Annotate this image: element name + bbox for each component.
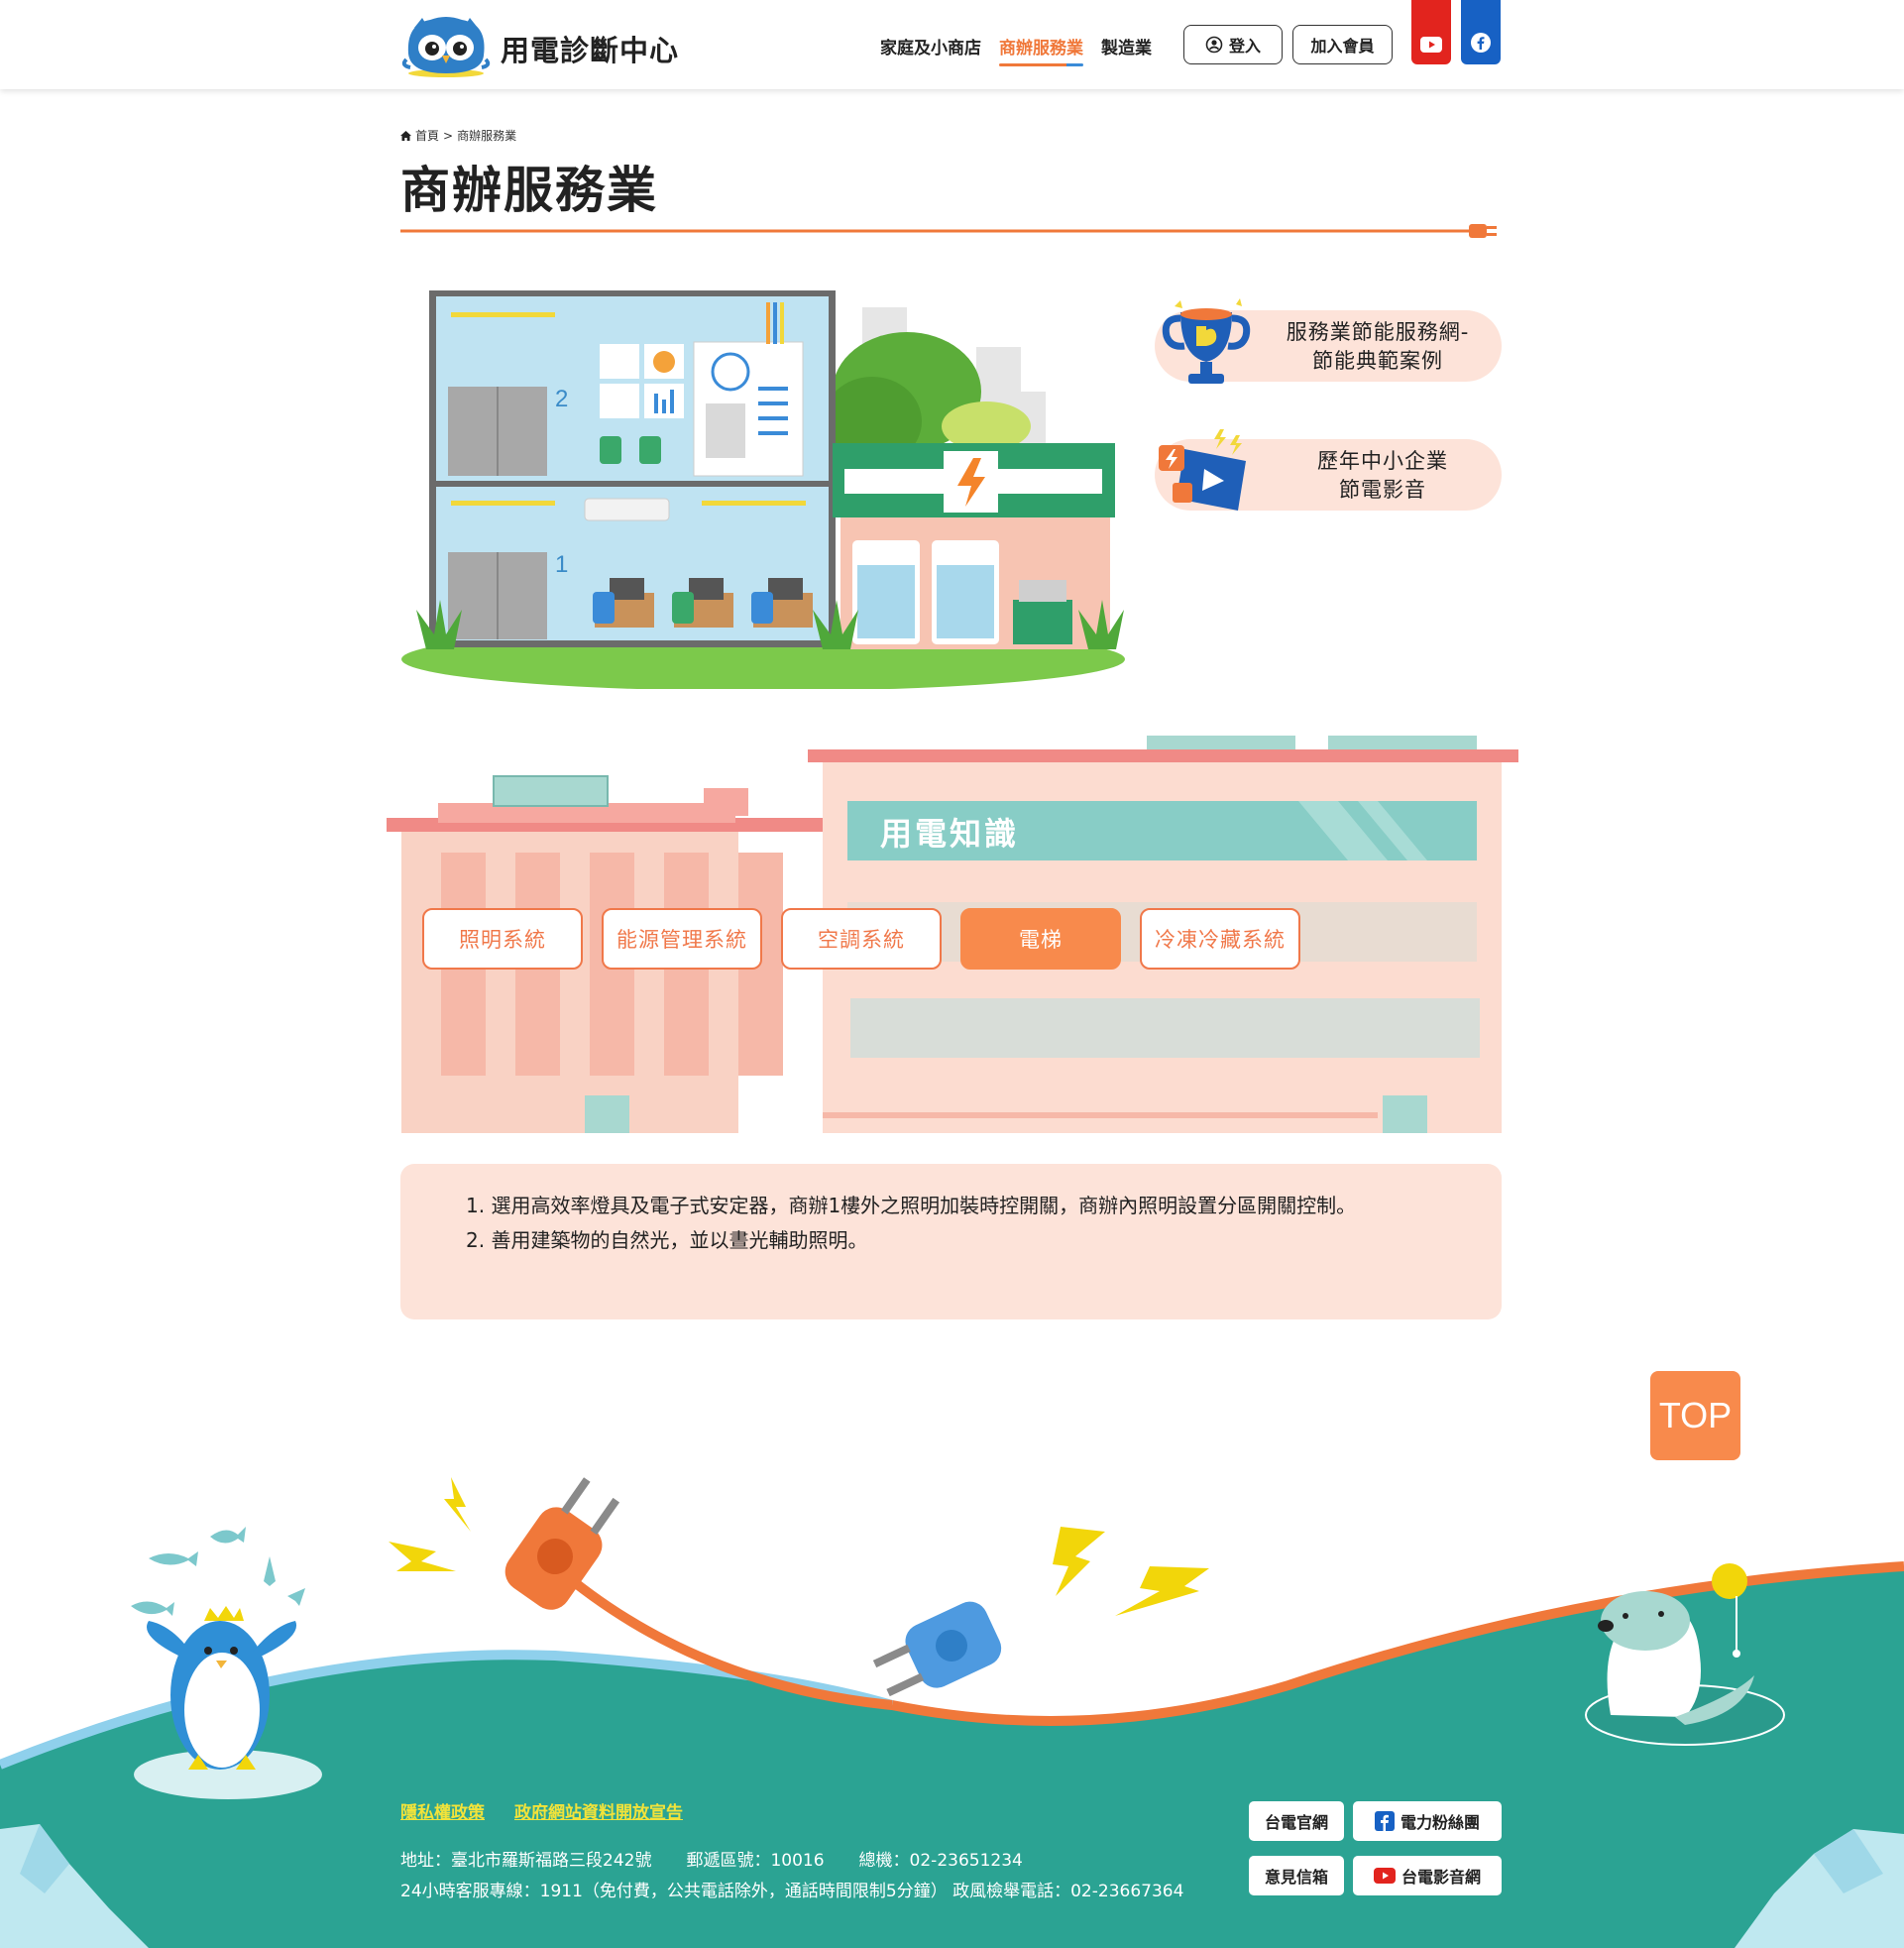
back-to-top-button[interactable]: TOP xyxy=(1650,1371,1740,1460)
tab-air-conditioning[interactable]: 空調系統 xyxy=(781,908,942,970)
breadcrumb: 首頁 > 商辦服務業 xyxy=(400,127,516,144)
main-nav: 家庭及小商店 商辦服務業 製造業 xyxy=(880,34,1152,66)
link-card-label: 服務業節能服務網- 節能典範案例 xyxy=(1264,318,1492,376)
trophy-icon xyxy=(1162,298,1251,384)
knowledge-item: 1. 選用高效率燈具及電子式安定器，商辦1樓外之照明加裝時控開關，商辦內照明設置… xyxy=(466,1194,1357,1217)
link-card-line2: 節能典範案例 xyxy=(1312,349,1443,373)
page-title: 商辦服務業 xyxy=(400,162,658,219)
tab-elevator[interactable]: 電梯 xyxy=(960,908,1121,970)
knowledge-title: 用電知識 xyxy=(880,815,1020,853)
link-card-label: 歷年中小企業 節電影音 xyxy=(1274,447,1492,505)
site-title[interactable]: 用電診斷中心 xyxy=(501,28,679,69)
facebook-icon xyxy=(1374,1811,1395,1831)
office-building-illustration: 2 1 xyxy=(401,290,1125,689)
youtube-icon xyxy=(1373,1868,1396,1884)
link-card-line2: 節電影音 xyxy=(1339,478,1426,502)
taipower-video-label: 台電影音網 xyxy=(1400,1868,1481,1887)
breadcrumb-home[interactable]: 首頁 xyxy=(415,127,439,144)
join-label: 加入會員 xyxy=(1310,37,1375,56)
nav-commercial[interactable]: 商辦服務業 xyxy=(999,34,1083,66)
youtube-icon xyxy=(1420,37,1442,53)
feedback-mailbox-button[interactable]: 意見信箱 xyxy=(1249,1856,1344,1895)
footer-address: 地址：臺北市羅斯福路三段242號 xyxy=(400,1851,652,1871)
home-icon xyxy=(400,130,411,141)
tab-energy-management[interactable]: 能源管理系統 xyxy=(602,908,762,970)
video-film-icon xyxy=(1159,429,1246,511)
feedback-mailbox-label: 意見信箱 xyxy=(1264,1868,1328,1887)
footer-postal: 郵遞區號：10016 xyxy=(686,1851,825,1871)
energy-saving-cases-link[interactable]: 服務業節能服務網- 節能典範案例 xyxy=(1155,298,1502,384)
user-icon xyxy=(1205,36,1223,54)
footer-illustration xyxy=(0,1477,1904,1948)
sme-energy-videos-link[interactable]: 歷年中小企業 節電影音 xyxy=(1155,429,1502,511)
tab-refrigeration[interactable]: 冷凍冷藏系統 xyxy=(1140,908,1300,970)
power-fanpage-label: 電力粉絲團 xyxy=(1400,1813,1480,1832)
nav-home-shop[interactable]: 家庭及小商店 xyxy=(880,34,981,58)
link-card-line1: 歷年中小企業 xyxy=(1317,449,1448,473)
open-data-declaration-link[interactable]: 政府網站資料開放宣告 xyxy=(514,1798,683,1823)
breadcrumb-current: 商辦服務業 xyxy=(457,129,517,143)
privacy-policy-link[interactable]: 隱私權政策 xyxy=(400,1798,485,1823)
footer-address-row: 地址：臺北市羅斯福路三段242號 郵遞區號：10016 總機：02-236512… xyxy=(400,1846,1023,1871)
footer-hotline: 24小時客服專線：1911（免付費，公共電話除外，通話時間限制5分鐘） 政風檢舉… xyxy=(400,1882,1184,1901)
login-label: 登入 xyxy=(1228,37,1261,56)
taipower-site-button[interactable]: 台電官網 xyxy=(1249,1801,1344,1841)
facebook-icon xyxy=(1471,33,1491,53)
power-fanpage-button[interactable]: 電力粉絲團 xyxy=(1353,1801,1502,1841)
knowledge-content-box: 1. 選用高效率燈具及電子式安定器，商辦1樓外之照明加裝時控開關，商辦內照明設置… xyxy=(400,1164,1502,1319)
taipower-video-button[interactable]: 台電影音網 xyxy=(1353,1856,1502,1895)
join-member-button[interactable]: 加入會員 xyxy=(1292,25,1393,64)
breadcrumb-separator: > xyxy=(443,128,454,143)
link-card-line1: 服務業節能服務網- xyxy=(1286,320,1470,344)
facebook-button[interactable] xyxy=(1461,0,1501,64)
login-button[interactable]: 登入 xyxy=(1183,25,1283,64)
nav-manufacturing[interactable]: 製造業 xyxy=(1101,34,1152,58)
footer-phone: 總機：02-23651234 xyxy=(858,1851,1023,1871)
taipower-site-label: 台電官網 xyxy=(1264,1813,1328,1832)
svg-text:2: 2 xyxy=(555,386,568,412)
site-header: 用電診斷中心 家庭及小商店 商辦服務業 製造業 登入 加入會員 xyxy=(0,0,1904,89)
youtube-button[interactable] xyxy=(1411,0,1451,64)
svg-text:1: 1 xyxy=(555,551,568,578)
footer-links: 隱私權政策 政府網站資料開放宣告 xyxy=(400,1798,683,1823)
tab-lighting[interactable]: 照明系統 xyxy=(422,908,583,970)
knowledge-item: 2. 善用建築物的自然光，並以晝光輔助照明。 xyxy=(466,1228,868,1252)
owl-logo-icon[interactable] xyxy=(400,14,492,77)
plug-divider-icon xyxy=(400,224,1497,238)
